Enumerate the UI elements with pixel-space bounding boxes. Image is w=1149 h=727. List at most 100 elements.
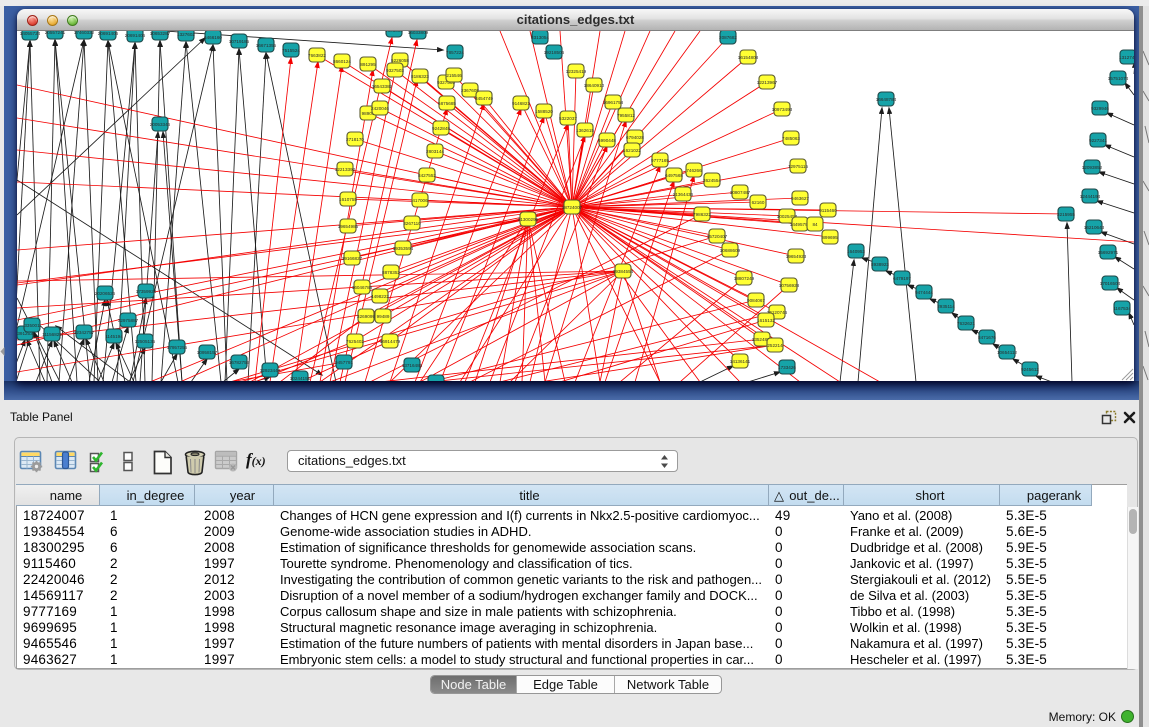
svg-text:12325419: 12325419 [566, 69, 587, 74]
svg-text:16033809: 16033809 [408, 31, 429, 35]
svg-text:2935114: 2935114 [937, 304, 955, 309]
svg-text:1621022: 1621022 [623, 148, 641, 153]
svg-text:9115460: 9115460 [819, 208, 837, 213]
svg-text:7663822: 7663822 [308, 53, 326, 58]
svg-text:9457791: 9457791 [335, 360, 353, 365]
svg-text:9327503: 9327503 [386, 68, 404, 73]
svg-text:9245612: 9245612 [1021, 367, 1039, 372]
svg-text:16648784: 16648784 [876, 97, 897, 102]
svg-text:9242848: 9242848 [432, 126, 450, 131]
svg-text:2803144: 2803144 [426, 149, 444, 154]
svg-text:99489: 99489 [377, 314, 390, 319]
svg-text:4498222: 4498222 [371, 294, 389, 299]
svg-text:10688609: 10688609 [720, 248, 741, 253]
svg-text:20691406: 20691406 [125, 33, 146, 38]
svg-text:7485063: 7485063 [782, 136, 800, 141]
svg-text:10719185: 10719185 [229, 39, 250, 44]
svg-text:9463627: 9463627 [791, 196, 809, 201]
svg-text:20557241: 20557241 [45, 31, 66, 35]
svg-text:17359924: 17359924 [136, 289, 157, 294]
svg-text:21300295: 21300295 [518, 217, 539, 222]
svg-text:18724007: 18724007 [562, 205, 583, 210]
svg-text:20206526: 20206526 [95, 291, 116, 296]
svg-text:18640910: 18640910 [584, 83, 605, 88]
svg-text:16782759: 16782759 [229, 360, 250, 365]
svg-text:17460332: 17460332 [74, 31, 95, 35]
svg-text:252214: 252214 [767, 343, 783, 348]
svg-text:10654112: 10654112 [997, 350, 1018, 355]
svg-text:15692971: 15692971 [1098, 250, 1119, 255]
svg-text:1362615: 1362615 [576, 128, 594, 133]
svg-text:9474444: 9474444 [915, 290, 933, 295]
svg-text:9777169: 9777169 [651, 158, 669, 163]
svg-text:12505135: 12505135 [135, 339, 156, 344]
svg-text:16046788: 16046788 [352, 285, 373, 290]
svg-text:12342757: 12342757 [74, 330, 95, 335]
svg-text:746266: 746266 [686, 168, 702, 173]
svg-text:21364436: 21364436 [673, 192, 694, 197]
svg-text:5226058: 5226058 [391, 58, 409, 63]
svg-text:1167534: 1167534 [1113, 306, 1131, 311]
svg-text:6497568: 6497568 [665, 173, 683, 178]
svg-text:12975115: 12975115 [788, 164, 809, 169]
svg-text:5322037: 5322037 [559, 116, 577, 121]
svg-text:84: 84 [812, 222, 818, 227]
svg-text:9245012: 9245012 [427, 380, 445, 381]
svg-text:7986322: 7986322 [693, 212, 711, 217]
svg-text:6794028: 6794028 [626, 135, 644, 140]
svg-text:20053346: 20053346 [150, 122, 171, 127]
svg-text:8186323: 8186323 [411, 74, 429, 79]
svg-text:18807249: 18807249 [734, 276, 755, 281]
svg-text:8313054: 8313054 [531, 35, 549, 40]
svg-text:16210643: 16210643 [1084, 225, 1105, 230]
svg-text:15751074: 15751074 [1108, 76, 1129, 81]
svg-text:6466160: 6466160 [204, 35, 222, 40]
svg-text:13716485: 13716485 [402, 363, 423, 368]
svg-text:1312748: 1312748 [1119, 55, 1134, 60]
svg-text:14136141: 14136141 [730, 359, 751, 364]
svg-text:8454749: 8454749 [475, 96, 493, 101]
svg-text:8660124: 8660124 [333, 59, 351, 64]
svg-text:16543382: 16543382 [372, 84, 393, 89]
svg-text:19218506: 19218506 [544, 50, 565, 55]
svg-text:1145194: 1145194 [105, 334, 123, 339]
svg-text:12923448: 12923448 [260, 368, 281, 373]
svg-text:9084067: 9084067 [747, 298, 765, 303]
svg-text:12093852: 12093852 [1082, 165, 1103, 170]
svg-text:19166827: 19166827 [342, 256, 363, 261]
svg-text:6479197: 6479197 [893, 276, 911, 281]
svg-text:7515524: 7515524 [282, 48, 300, 53]
svg-text:19654985: 19654985 [338, 224, 359, 229]
svg-text:10958157: 10958157 [197, 350, 218, 355]
svg-text:3267110: 3267110 [403, 221, 421, 226]
svg-text:2718170: 2718170 [346, 137, 364, 142]
svg-text:1640953: 1640953 [847, 249, 865, 254]
svg-text:1588520: 1588520 [535, 109, 553, 114]
svg-text:899695: 899695 [822, 235, 838, 240]
svg-text:3624554: 3624554 [703, 178, 721, 183]
svg-text:10807487: 10807487 [730, 190, 751, 195]
svg-text:12213967: 12213967 [757, 80, 778, 85]
svg-text:3269099: 3269099 [357, 314, 375, 319]
svg-text:62160: 62160 [752, 200, 765, 205]
svg-text:1733426: 1733426 [778, 365, 796, 370]
svg-text:9146821: 9146821 [512, 101, 530, 106]
svg-text:10653287: 10653287 [150, 31, 171, 36]
svg-text:1615132: 1615132 [757, 318, 775, 323]
svg-text:11156829: 11156829 [42, 332, 62, 337]
svg-text:9227341: 9227341 [1089, 138, 1107, 143]
svg-text:10973493: 10973493 [772, 107, 793, 112]
svg-text:215546: 215546 [446, 73, 462, 78]
svg-text:9329946: 9329946 [1091, 106, 1109, 111]
svg-text:6990448: 6990448 [598, 138, 616, 143]
svg-text:8427552: 8427552 [418, 173, 436, 178]
svg-text:335001: 335001 [24, 323, 40, 328]
svg-text:7955812: 7955812 [617, 113, 635, 118]
svg-text:10756928: 10756928 [779, 283, 800, 288]
svg-text:16961758: 16961758 [603, 100, 624, 105]
svg-text:15720407: 15720407 [707, 234, 728, 239]
svg-text:17957255: 17957255 [167, 345, 188, 350]
svg-text:891295: 891295 [360, 62, 376, 67]
svg-text:16154808: 16154808 [738, 55, 759, 60]
svg-text:2087682: 2087682 [719, 35, 737, 40]
